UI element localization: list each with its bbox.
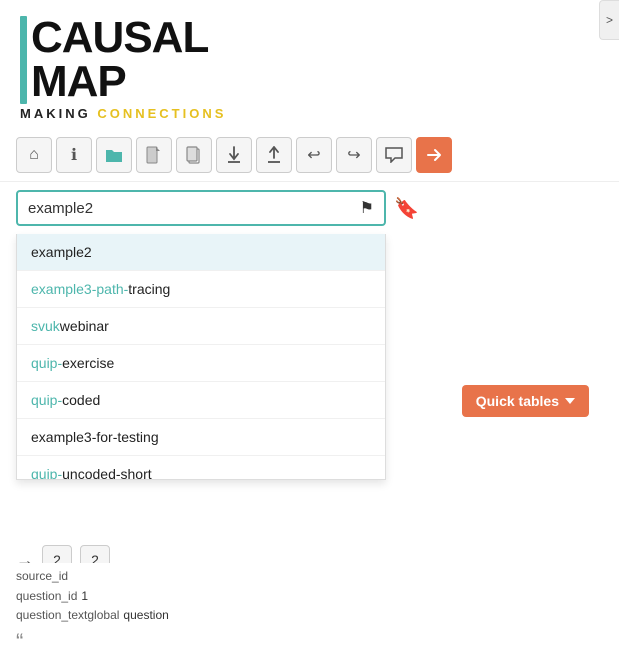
toolbar-redo-button[interactable]: ↪ <box>336 137 372 173</box>
dropdown-item-example3-for-testing[interactable]: example3-for-testing <box>17 419 385 456</box>
flag-icon: ⚑ <box>360 198 374 218</box>
toolbar-undo-button[interactable]: ↩ <box>296 137 332 173</box>
search-input-wrapper: example2 ⚑ <box>16 190 386 226</box>
dropdown-scroll-container[interactable]: example2 example3-path-tracing svukwebin… <box>17 234 385 479</box>
logo-making-text: MAKING <box>20 106 91 121</box>
source-id-label: source_id <box>16 567 68 586</box>
sidebar-toggle-button[interactable]: > <box>599 0 619 40</box>
dropdown-list: example2 example3-path-tracing svukwebin… <box>16 234 386 480</box>
search-input[interactable]: example2 <box>28 200 356 217</box>
logo-connections-text: CONNECTIONS <box>97 106 226 121</box>
logo-tagline: MAKING CONNECTIONS <box>20 106 599 121</box>
question-id-row: question_id 1 <box>16 587 603 606</box>
teal-accent-bar <box>20 16 27 104</box>
question-textglobal-label: question_textglobal <box>16 606 119 625</box>
toolbar-comment-button[interactable] <box>376 137 412 173</box>
dropdown-item-quip-uncoded-short[interactable]: quip-uncoded-short <box>17 456 385 479</box>
question-id-value: 1 <box>81 587 88 606</box>
quick-tables-button[interactable]: Quick tables <box>462 385 589 417</box>
search-area: example2 ⚑ 🔖 example2 example3-path-trac… <box>0 182 619 234</box>
toolbar-info-button[interactable]: ℹ <box>56 137 92 173</box>
quick-tables-label: Quick tables <box>476 393 559 409</box>
dropdown-item-example2[interactable]: example2 <box>17 234 385 271</box>
dropdown-item-quip-coded[interactable]: quip-coded <box>17 382 385 419</box>
question-textglobal-row: question_textglobal question <box>16 606 603 625</box>
dropdown-item-svukwebinar[interactable]: svukwebinar <box>17 308 385 345</box>
logo-map: MAP <box>31 60 208 104</box>
toolbar: ⌂ ℹ ↩ ↪ <box>0 129 619 182</box>
status-bar: source_id question_id 1 question_textglo… <box>0 563 619 629</box>
quick-tables-dropdown-arrow <box>565 398 575 404</box>
bookmark-icon[interactable]: 🔖 <box>394 196 419 221</box>
toolbar-home-button[interactable]: ⌂ <box>16 137 52 173</box>
toolbar-copy-button[interactable] <box>176 137 212 173</box>
dropdown-item-quip-exercise[interactable]: quip-exercise <box>17 345 385 382</box>
logo-causal: CAUSAL <box>31 16 208 60</box>
question-id-label: question_id <box>16 587 77 606</box>
toolbar-upload-button[interactable] <box>256 137 292 173</box>
toolbar-download-button[interactable] <box>216 137 252 173</box>
source-id-row: source_id <box>16 567 603 586</box>
dropdown-item-example3-path-tracing[interactable]: example3-path-tracing <box>17 271 385 308</box>
quote-decoration: “ <box>16 629 23 655</box>
question-textglobal-value: question <box>123 606 168 625</box>
toolbar-file-button[interactable] <box>136 137 172 173</box>
toolbar-share-button[interactable] <box>416 137 452 173</box>
logo-area: CAUSAL MAP MAKING CONNECTIONS <box>0 0 619 121</box>
toolbar-folder-button[interactable] <box>96 137 132 173</box>
